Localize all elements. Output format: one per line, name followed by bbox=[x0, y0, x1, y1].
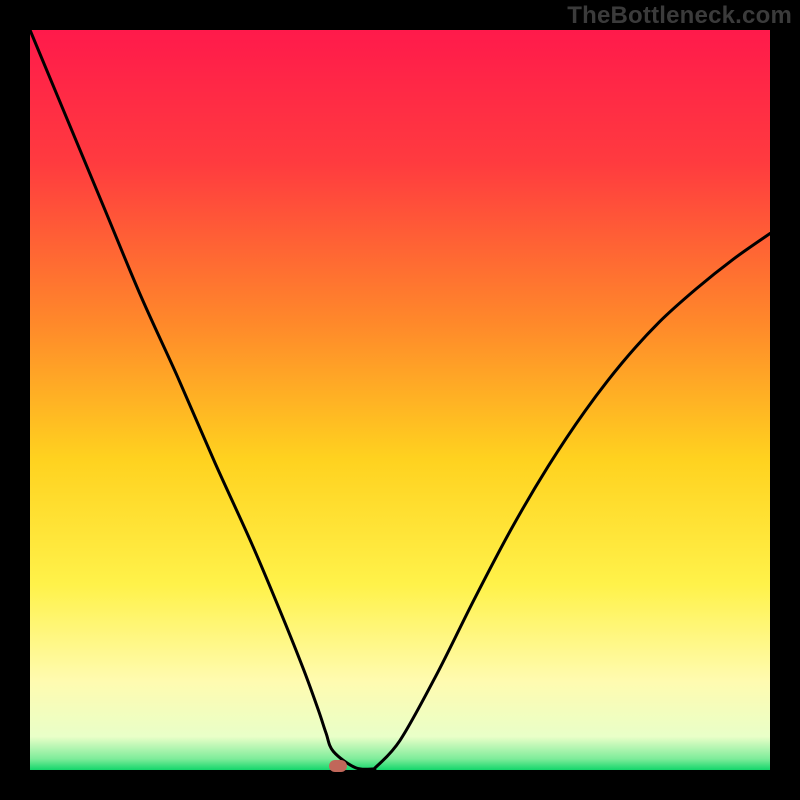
bottleneck-chart bbox=[0, 0, 800, 800]
watermark-text: TheBottleneck.com bbox=[567, 2, 792, 30]
plot-background bbox=[30, 30, 770, 770]
chart-frame: TheBottleneck.com bbox=[0, 0, 800, 800]
optimal-point-marker bbox=[329, 760, 347, 772]
